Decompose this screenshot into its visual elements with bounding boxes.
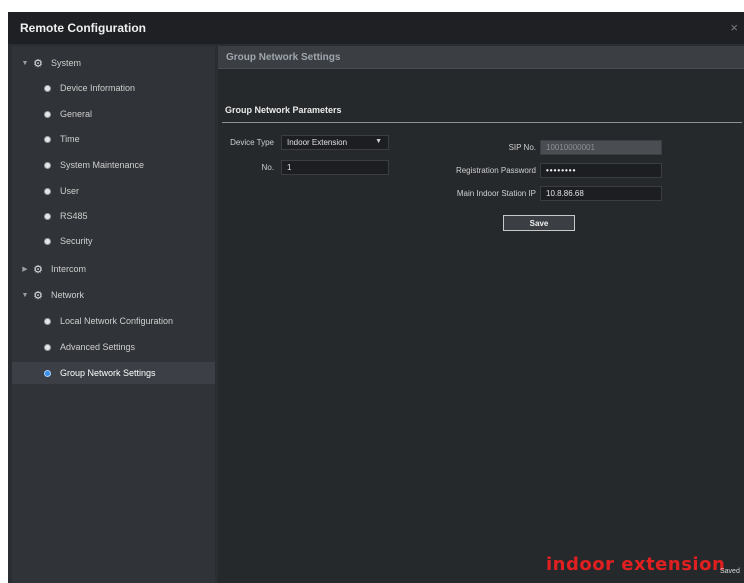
sidebar-item-security[interactable]: Security: [12, 230, 215, 252]
sidebar-item-label: Advanced Settings: [60, 342, 136, 352]
device-type-value: Indoor Extension: [287, 138, 348, 147]
chevron-down-icon[interactable]: ▼: [18, 292, 32, 299]
sidebar-item-label: Intercom: [51, 264, 87, 274]
bullet-icon: [44, 212, 51, 220]
sidebar-item-advanced-settings[interactable]: Advanced Settings: [12, 336, 215, 358]
chevron-down-icon: ▼: [375, 138, 382, 145]
bullet-icon: [44, 343, 51, 351]
remote-configuration-window: Remote Configuration × ▼ ⚙ System Device In…: [8, 12, 744, 583]
sidebar-item-label: System: [51, 58, 82, 68]
bullet-icon: [44, 317, 51, 325]
sidebar-item-network[interactable]: ▼ ⚙ Network: [12, 284, 215, 306]
bullet-icon: [44, 369, 51, 377]
saved-status: Saved: [720, 568, 740, 575]
sidebar-item-system[interactable]: ▼ ⚙ System: [12, 52, 215, 74]
save-button[interactable]: Save: [503, 215, 575, 231]
gear-icon: ⚙: [33, 57, 43, 70]
bullet-icon: [44, 135, 51, 143]
divider: [222, 122, 742, 123]
sidebar-item-system-maintenance[interactable]: System Maintenance: [12, 154, 215, 176]
sidebar-item-group-network-settings[interactable]: Group Network Settings: [12, 362, 215, 384]
sidebar-item-label: Security: [60, 236, 93, 246]
sip-no-field[interactable]: 10010000001: [540, 140, 662, 155]
no-label: No.: [261, 163, 274, 172]
main-indoor-station-ip-value: 10.8.86.68: [546, 189, 584, 198]
sip-no-label: SIP No.: [508, 143, 536, 152]
registration-password-value: ••••••••: [546, 166, 577, 175]
sidebar-item-label: System Maintenance: [60, 160, 145, 170]
main-indoor-station-ip-label: Main Indoor Station IP: [456, 189, 536, 198]
no-value: 1: [287, 163, 292, 172]
registration-password-label: Registration Password: [455, 166, 536, 175]
sidebar-item-time[interactable]: Time: [12, 128, 215, 150]
sidebar-item-general[interactable]: General: [12, 103, 215, 125]
gear-icon: ⚙: [33, 289, 43, 302]
bullet-icon: [44, 84, 51, 92]
main-indoor-station-ip-field[interactable]: 10.8.86.68: [540, 186, 662, 201]
window-title: Remote Configuration: [20, 21, 146, 35]
bullet-icon: [44, 161, 51, 169]
bullet-icon: [44, 237, 51, 245]
sidebar-item-label: Local Network Configuration: [60, 316, 174, 326]
sidebar-item-user[interactable]: User: [12, 180, 215, 202]
bullet-icon: [44, 110, 51, 118]
registration-password-field[interactable]: ••••••••: [540, 163, 662, 178]
sidebar-item-label: User: [60, 186, 80, 196]
sidebar-item-label: Device Information: [60, 83, 136, 93]
close-icon[interactable]: ×: [730, 20, 738, 35]
sidebar-item-label: RS485: [60, 211, 88, 221]
chevron-right-icon[interactable]: ▶: [18, 265, 32, 273]
chevron-down-icon[interactable]: ▼: [18, 60, 32, 67]
group-network-parameters-heading: Group Network Parameters: [225, 105, 342, 115]
sip-no-value: 10010000001: [546, 143, 595, 152]
main-content: Group Network Settings Group Network Par…: [218, 46, 744, 583]
sidebar-item-intercom[interactable]: ▶ ⚙ Intercom: [12, 258, 215, 280]
section-title: Group Network Settings: [226, 51, 341, 63]
sidebar-item-label: Group Network Settings: [60, 368, 156, 378]
sidebar-item-device-information[interactable]: Device Information: [12, 77, 215, 99]
indoor-extension-watermark: indoor extension: [546, 554, 726, 575]
no-field[interactable]: 1: [281, 160, 389, 175]
bullet-icon: [44, 187, 51, 195]
sidebar-item-local-network-configuration[interactable]: Local Network Configuration: [12, 310, 215, 332]
sidebar-item-rs485[interactable]: RS485: [12, 205, 215, 227]
sidebar-item-label: Network: [51, 290, 85, 300]
section-header: Group Network Settings: [218, 46, 744, 69]
device-type-label: Device Type: [230, 138, 274, 147]
sidebar-item-label: General: [60, 109, 93, 119]
title-bar: Remote Configuration ×: [8, 12, 744, 44]
device-type-select[interactable]: Indoor Extension ▼: [281, 135, 389, 150]
sidebar-item-label: Time: [60, 134, 80, 144]
sidebar: ▼ ⚙ System Device Information General Time Sys…: [12, 46, 215, 583]
gear-icon: ⚙: [33, 263, 43, 276]
